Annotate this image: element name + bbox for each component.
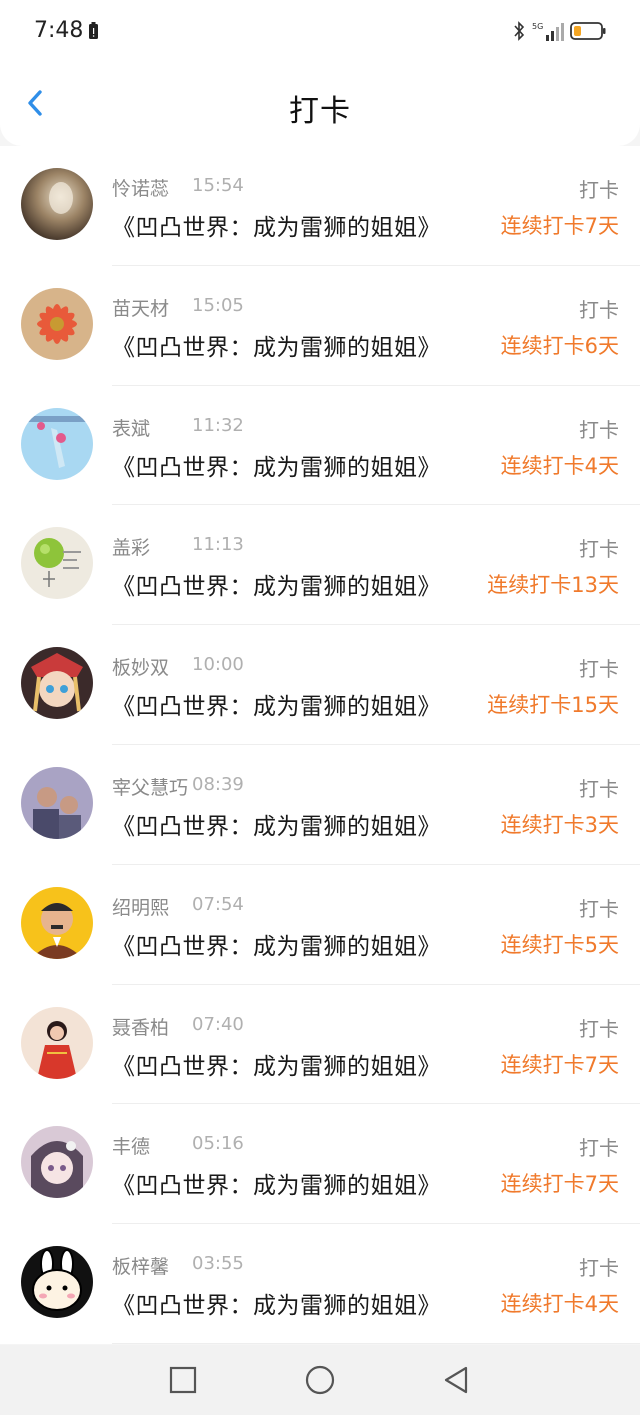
action-label: 打卡 <box>579 417 619 442</box>
book-title[interactable]: 《凹凸世界：成为雷狮的姐姐》 <box>112 328 441 362</box>
streak-badge: 连续打卡6天 <box>500 333 619 358</box>
checkin-time: 11:32 <box>192 414 244 436</box>
navigation-bar: 打卡 <box>0 62 640 146</box>
action-label: 打卡 <box>579 1256 619 1281</box>
username: 盖彩 <box>112 537 151 560</box>
action-label: 打卡 <box>579 776 619 801</box>
user-avatar[interactable] <box>21 168 93 240</box>
streak-badge: 连续打卡15天 <box>487 693 619 718</box>
checkin-row[interactable]: 板妙双 10:00 《凹凸世界：成为雷狮的姐姐》 打卡 连续打卡15天 <box>0 625 640 745</box>
checkin-time: 07:40 <box>192 1013 244 1035</box>
checkin-row[interactable]: 苗天材 15:05 《凹凸世界：成为雷狮的姐姐》 打卡 连续打卡6天 <box>0 265 640 386</box>
battery-saver-icon <box>89 22 98 39</box>
streak-badge: 连续打卡4天 <box>500 1292 619 1317</box>
battery-icon <box>570 22 606 40</box>
streak-badge: 连续打卡4天 <box>500 453 619 478</box>
status-time: 7:48 <box>34 18 84 43</box>
row-divider <box>112 1342 640 1344</box>
book-title[interactable]: 《凹凸世界：成为雷狮的姐姐》 <box>112 567 441 601</box>
book-title[interactable]: 《凹凸世界：成为雷狮的姐姐》 <box>112 1286 441 1320</box>
checkin-time: 03:55 <box>192 1253 244 1275</box>
home-button[interactable] <box>302 1362 338 1398</box>
user-avatar[interactable] <box>21 527 93 600</box>
checkin-row[interactable]: 绍明熙 07:54 《凹凸世界：成为雷狮的姐姐》 打卡 连续打卡5天 <box>0 864 640 985</box>
streak-badge: 连续打卡13天 <box>487 573 619 598</box>
username: 聂香柏 <box>112 1016 170 1039</box>
checkin-row[interactable]: 宰父慧巧 08:39 《凹凸世界：成为雷狮的姐姐》 打卡 连续打卡3天 <box>0 744 640 865</box>
checkin-time: 05:16 <box>192 1133 244 1155</box>
user-avatar[interactable] <box>21 886 93 959</box>
square-icon <box>169 1366 197 1394</box>
checkin-row[interactable]: 表斌 11:32 《凹凸世界：成为雷狮的姐姐》 打卡 连续打卡4天 <box>0 385 640 506</box>
book-title[interactable]: 《凹凸世界：成为雷狮的姐姐》 <box>112 687 441 721</box>
user-avatar[interactable] <box>21 766 93 839</box>
username: 绍明熙 <box>112 896 170 919</box>
checkin-row[interactable]: 丰德 05:16 《凹凸世界：成为雷狮的姐姐》 打卡 连续打卡7天 <box>0 1104 640 1225</box>
book-title[interactable]: 《凹凸世界：成为雷狮的姐姐》 <box>112 1047 441 1081</box>
status-bar: 7:48 5G <box>0 0 640 62</box>
username: 表斌 <box>112 417 151 440</box>
book-title[interactable]: 《凹凸世界：成为雷狮的姐姐》 <box>112 807 441 841</box>
username: 丰德 <box>112 1136 151 1159</box>
checkin-time: 08:39 <box>192 773 244 795</box>
checkin-row[interactable]: 怜诺蕊 15:54 《凹凸世界：成为雷狮的姐姐》 打卡 连续打卡7天 <box>0 146 640 266</box>
action-label: 打卡 <box>579 896 619 921</box>
system-navigation-bar <box>0 1345 640 1415</box>
user-avatar[interactable] <box>21 287 93 360</box>
user-avatar[interactable] <box>21 1246 93 1319</box>
user-avatar[interactable] <box>21 1006 93 1079</box>
triangle-icon <box>444 1366 468 1394</box>
checkin-time: 11:13 <box>192 534 244 556</box>
action-label: 打卡 <box>579 297 619 322</box>
checkin-list: 怜诺蕊 15:54 《凹凸世界：成为雷狮的姐姐》 打卡 连续打卡7天 苗天材 1… <box>0 146 640 1344</box>
recent-apps-button[interactable] <box>165 1362 201 1398</box>
checkin-row[interactable]: 聂香柏 07:40 《凹凸世界：成为雷狮的姐姐》 打卡 连续打卡7天 <box>0 984 640 1105</box>
book-title[interactable]: 《凹凸世界：成为雷狮的姐姐》 <box>112 448 441 482</box>
system-back-button[interactable] <box>438 1362 474 1398</box>
svg-text:5G: 5G <box>532 22 543 31</box>
top-header: 7:48 5G 打卡 <box>0 0 640 146</box>
user-avatar[interactable] <box>21 407 93 480</box>
checkin-row[interactable]: 板梓馨 03:55 《凹凸世界：成为雷狮的姐姐》 打卡 连续打卡4天 <box>0 1224 640 1344</box>
action-label: 打卡 <box>579 1016 619 1041</box>
username: 怜诺蕊 <box>112 178 170 200</box>
action-label: 打卡 <box>579 537 619 562</box>
book-title[interactable]: 《凹凸世界：成为雷狮的姐姐》 <box>112 208 441 242</box>
streak-badge: 连续打卡5天 <box>500 932 619 957</box>
checkin-time: 15:54 <box>192 175 244 196</box>
streak-badge: 连续打卡7天 <box>500 1172 619 1197</box>
page-title: 打卡 <box>289 94 351 129</box>
user-avatar[interactable] <box>21 1126 93 1199</box>
action-label: 打卡 <box>579 657 619 682</box>
book-title[interactable]: 《凹凸世界：成为雷狮的姐姐》 <box>112 1166 441 1200</box>
username: 板梓馨 <box>112 1256 170 1279</box>
user-avatar[interactable] <box>21 647 93 720</box>
checkin-time: 10:00 <box>192 654 244 676</box>
streak-badge: 连续打卡7天 <box>500 1052 619 1077</box>
book-title[interactable]: 《凹凸世界：成为雷狮的姐姐》 <box>112 927 441 961</box>
username: 宰父慧巧 <box>112 776 189 799</box>
checkin-time: 07:54 <box>192 893 244 915</box>
username: 苗天材 <box>112 297 170 320</box>
signal-5g-icon: 5G <box>532 22 564 41</box>
checkin-time: 15:05 <box>192 294 244 316</box>
streak-badge: 连续打卡3天 <box>500 812 619 837</box>
username: 板妙双 <box>112 657 170 680</box>
circle-icon <box>305 1365 335 1395</box>
action-label: 打卡 <box>579 1136 619 1161</box>
action-label: 打卡 <box>579 178 619 202</box>
bluetooth-icon <box>514 21 525 41</box>
checkin-row[interactable]: 盖彩 11:13 《凹凸世界：成为雷狮的姐姐》 打卡 连续打卡13天 <box>0 505 640 626</box>
streak-badge: 连续打卡7天 <box>500 214 619 238</box>
